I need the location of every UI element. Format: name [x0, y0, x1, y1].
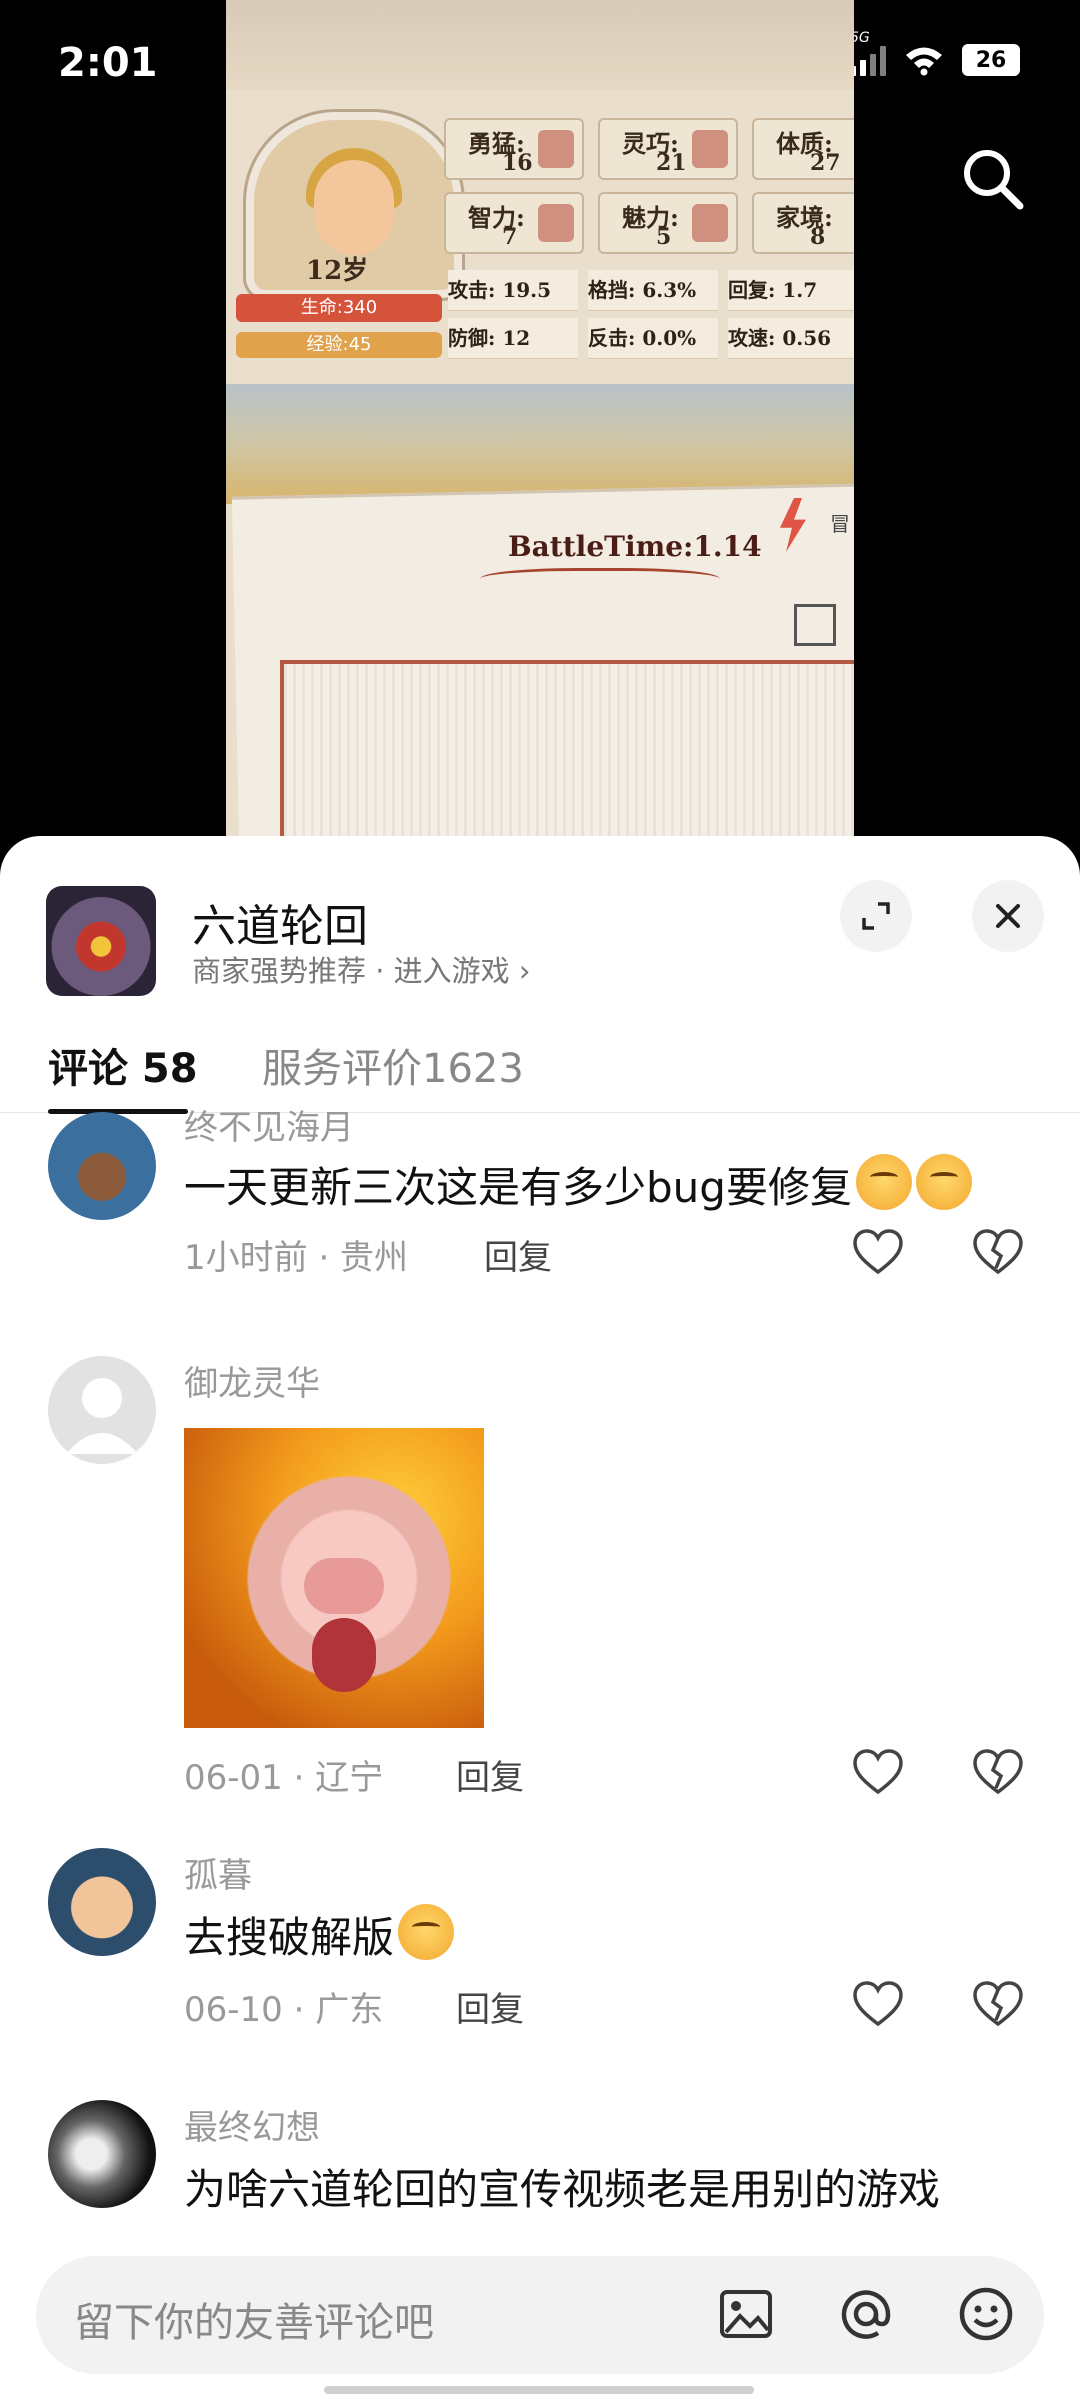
- dislike-icon[interactable]: [972, 1980, 1024, 2028]
- attr-regen: 回复: 1.7: [728, 270, 854, 311]
- stat-value: 21: [656, 150, 687, 176]
- fist-icon: [538, 130, 574, 168]
- emoji-icon[interactable]: [956, 2284, 1016, 2344]
- dislike-icon[interactable]: [972, 1748, 1024, 1796]
- mention-icon[interactable]: [836, 2284, 896, 2344]
- comment-username[interactable]: 最终幻想: [184, 2100, 320, 2149]
- stat-card-family: 家境: 8: [752, 192, 854, 254]
- expand-button[interactable]: [840, 880, 912, 952]
- stat-value: 5: [656, 224, 672, 250]
- corner-label: 冒: [830, 512, 850, 536]
- stat-value: 16: [502, 150, 533, 176]
- character-age: 12岁: [306, 256, 369, 286]
- game-title[interactable]: 六道轮回: [192, 890, 368, 954]
- stat-card-constitution: 体质: 27: [752, 118, 854, 180]
- enter-game-link[interactable]: 商家强势推荐 · 进入游戏 ›: [192, 948, 530, 990]
- feather-icon: [692, 130, 728, 168]
- sleepy-emoji-icon: [915, 1154, 972, 1210]
- pig-snout: [304, 1558, 384, 1614]
- battery-icon: 26: [962, 44, 1020, 76]
- xp-bar: 经验:45: [236, 332, 442, 358]
- image-icon[interactable]: [716, 2284, 776, 2344]
- close-icon: [996, 904, 1020, 928]
- flower-icon: [692, 204, 728, 242]
- tab-comments[interactable]: 评论 58: [48, 1036, 198, 1094]
- close-button[interactable]: [972, 880, 1044, 952]
- stat-card-courage: 勇猛: 16: [444, 118, 584, 180]
- comment-input-placeholder: 留下你的友善评论吧: [74, 2300, 434, 2346]
- video-top-band: [226, 0, 854, 90]
- checkbox[interactable]: [794, 604, 836, 646]
- like-icon[interactable]: [852, 1748, 904, 1796]
- active-tab-indicator: [48, 1109, 188, 1114]
- expand-icon: [862, 902, 890, 930]
- home-indicator[interactable]: [324, 2386, 754, 2394]
- avatar[interactable]: [48, 1356, 156, 1464]
- reply-button[interactable]: 回复: [456, 1982, 524, 2031]
- game-app-icon[interactable]: [46, 886, 156, 996]
- comment-username[interactable]: 御龙灵华: [184, 1356, 320, 1405]
- signal-icon-2: 5G: [850, 30, 886, 76]
- wifi-icon: [906, 47, 942, 76]
- stat-card-intellect: 智力: 7: [444, 192, 584, 254]
- attr-counter: 反击: 0.0%: [588, 318, 718, 359]
- default-avatar-icon: [66, 1378, 138, 1454]
- comment-time-location: 06-10 · 广东: [184, 1990, 384, 2030]
- avatar[interactable]: [48, 1112, 156, 1220]
- avatar[interactable]: [48, 1848, 156, 1956]
- avatar[interactable]: [48, 2100, 156, 2208]
- search-button[interactable]: [958, 144, 1028, 214]
- comment-username[interactable]: 终不见海月: [184, 1100, 354, 1149]
- stat-card-agility: 灵巧: 21: [598, 118, 738, 180]
- attr-defense: 防御: 12: [448, 318, 578, 359]
- attr-block: 格挡: 6.3%: [588, 270, 718, 311]
- battle-time: BattleTime:1.14: [508, 530, 762, 563]
- attr-attack: 攻击: 19.5: [448, 270, 578, 311]
- comment-username[interactable]: 孤暮: [184, 1848, 252, 1897]
- tab-bar: 评论 58 服务评价1623: [0, 1024, 1080, 1114]
- comment-sheet: 六道轮回 商家强势推荐 · 进入游戏 › 评论 58 服务评价1623 终不见海…: [0, 836, 1080, 2400]
- game-video[interactable]: 12岁 生命:340 经验:45 勇猛: 16 灵巧: 21 体质: 27 智力: 7 …: [226, 0, 854, 840]
- blush-emoji-icon: [398, 1904, 455, 1960]
- like-icon[interactable]: [852, 1980, 904, 2028]
- comment-input[interactable]: 留下你的友善评论吧: [36, 2256, 1044, 2374]
- pig-mouth: [312, 1618, 376, 1692]
- reply-button[interactable]: 回复: [484, 1230, 552, 1279]
- comment-text: 去搜破解版: [184, 1904, 455, 1965]
- brain-icon: [538, 204, 574, 242]
- reply-button[interactable]: 回复: [456, 1750, 524, 1799]
- dislike-icon[interactable]: [972, 1228, 1024, 1276]
- comment-text-content: 去搜破解版: [184, 1913, 395, 1962]
- status-time: 2:01: [58, 40, 158, 86]
- sleepy-emoji-icon: [855, 1154, 912, 1210]
- stat-value: 7: [502, 224, 518, 250]
- hp-bar: 生命:340: [236, 294, 442, 322]
- tab-service-reviews[interactable]: 服务评价1623: [262, 1036, 524, 1094]
- stat-card-charm: 魅力: 5: [598, 192, 738, 254]
- face: [314, 160, 394, 255]
- comment-text-content: 一天更新三次这是有多少bug要修复: [184, 1163, 852, 1212]
- comment-image-pig[interactable]: [184, 1428, 484, 1728]
- comment-time-location: 1小时前 · 贵州: [184, 1238, 409, 1278]
- comment-text: 一天更新三次这是有多少bug要修复: [184, 1154, 972, 1215]
- comment-time-location: 06-01 · 辽宁: [184, 1758, 384, 1798]
- grass-field: [280, 660, 854, 840]
- attr-speed: 攻速: 0.56: [728, 318, 854, 359]
- comment-text: 为啥六道轮回的宣传视频老是用别的游戏: [184, 2165, 941, 2214]
- search-icon: [964, 150, 1024, 210]
- like-icon[interactable]: [852, 1228, 904, 1276]
- stat-value: 8: [810, 224, 826, 250]
- ornament-divider: [480, 568, 720, 595]
- stat-value: 27: [810, 150, 841, 176]
